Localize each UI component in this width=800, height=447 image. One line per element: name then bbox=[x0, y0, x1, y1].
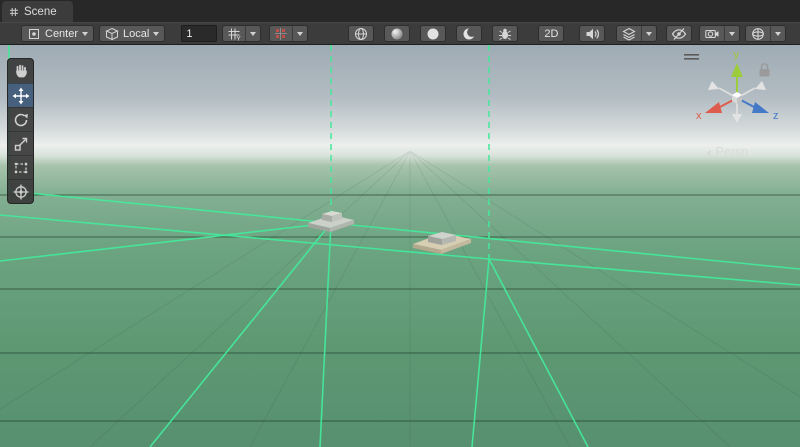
scene-object-platform-1[interactable] bbox=[308, 211, 356, 232]
visibility-eye-off-icon bbox=[671, 26, 687, 42]
audio-speaker-icon bbox=[584, 26, 600, 42]
move-icon bbox=[12, 87, 30, 105]
orientation-label: Local bbox=[123, 28, 149, 40]
snap-settings-button[interactable] bbox=[270, 26, 292, 41]
lighting-moon-button[interactable] bbox=[456, 25, 482, 42]
chevron-left-icon: ‹ bbox=[707, 145, 712, 159]
tool-handle-pivot-dropdown[interactable]: Center bbox=[21, 25, 94, 42]
view-hand-tool-button[interactable] bbox=[8, 59, 33, 83]
chevron-down-icon bbox=[250, 32, 256, 36]
scene-canvas[interactable]: y x z bbox=[0, 45, 800, 447]
hand-icon bbox=[12, 62, 30, 80]
snap-settings-arrow[interactable] bbox=[292, 26, 307, 41]
audio-toggle-button[interactable] bbox=[579, 25, 605, 42]
scale-tool-button[interactable] bbox=[8, 131, 33, 155]
rect-tool-button[interactable] bbox=[8, 155, 33, 179]
snap-grid-icon bbox=[274, 27, 288, 41]
gizmos-button[interactable] bbox=[746, 26, 770, 41]
scene-visibility-toggle[interactable] bbox=[666, 25, 692, 42]
grid-visibility-dropdown[interactable]: Y bbox=[222, 25, 261, 42]
moon-icon bbox=[461, 26, 477, 42]
light-toggle-button[interactable] bbox=[420, 25, 446, 42]
chevron-down-icon bbox=[153, 32, 159, 36]
transform-icon bbox=[12, 183, 30, 201]
projection-text: Persp bbox=[716, 145, 749, 159]
effects-button[interactable] bbox=[617, 26, 641, 41]
pivot-center-icon bbox=[27, 27, 41, 41]
tool-palette bbox=[7, 58, 34, 204]
scene-gizmo-icon bbox=[750, 26, 766, 42]
axis-z-cone[interactable] bbox=[752, 102, 769, 113]
projection-label[interactable]: ‹ Persp bbox=[707, 145, 748, 159]
effects-arrow[interactable] bbox=[641, 26, 656, 41]
move-tool-button[interactable] bbox=[8, 83, 33, 107]
rotate-tool-button[interactable] bbox=[8, 107, 33, 131]
rotate-icon bbox=[12, 111, 30, 129]
bug-icon bbox=[497, 26, 513, 42]
shaded-sphere-icon bbox=[389, 26, 405, 42]
camera-arrow[interactable] bbox=[724, 26, 739, 41]
axis-neg-cone[interactable] bbox=[708, 81, 719, 90]
shading-mode-button[interactable] bbox=[384, 25, 410, 42]
mode-2d-toggle[interactable]: 2D bbox=[538, 25, 564, 42]
axis-center-cube[interactable] bbox=[732, 92, 742, 104]
circle-icon bbox=[425, 26, 441, 42]
axis-x-cone[interactable] bbox=[705, 102, 722, 113]
transform-tool-button[interactable] bbox=[8, 179, 33, 203]
rect-icon bbox=[12, 159, 30, 177]
chevron-down-icon bbox=[82, 32, 88, 36]
debug-bug-button[interactable] bbox=[492, 25, 518, 42]
tab-scene[interactable]: Scene bbox=[2, 1, 73, 22]
scene-window: Scene Center Local bbox=[0, 0, 800, 446]
snap-settings-dropdown[interactable] bbox=[269, 25, 308, 42]
grid-visibility-arrow[interactable] bbox=[245, 26, 260, 41]
tab-label: Scene bbox=[24, 6, 57, 18]
chevron-down-icon bbox=[729, 32, 735, 36]
axis-y-label: y bbox=[734, 49, 740, 61]
camera-icon bbox=[704, 26, 720, 42]
axis-neg-cone[interactable] bbox=[755, 81, 766, 90]
selection-wireframe bbox=[0, 45, 800, 447]
scene-toolbar: Center Local Y bbox=[0, 22, 800, 45]
gizmos-arrow[interactable] bbox=[770, 26, 785, 41]
scale-icon bbox=[12, 135, 30, 153]
tool-handle-rotation-dropdown[interactable]: Local bbox=[99, 25, 165, 42]
tab-bar: Scene bbox=[0, 0, 800, 22]
overflow-handle-icon[interactable] bbox=[684, 54, 699, 60]
mode-2d-label: 2D bbox=[544, 28, 558, 40]
camera-button[interactable] bbox=[700, 26, 724, 41]
chevron-down-icon bbox=[297, 32, 303, 36]
grid-y-icon: Y bbox=[227, 27, 241, 41]
ground-grid bbox=[0, 151, 800, 447]
snap-increment-input[interactable] bbox=[181, 25, 217, 42]
globe-icon bbox=[353, 26, 369, 42]
pivot-label: Center bbox=[45, 28, 78, 40]
grid-icon bbox=[9, 7, 19, 17]
axis-z-label: z bbox=[773, 110, 779, 122]
axis-y-cone[interactable] bbox=[731, 63, 743, 77]
chevron-down-icon bbox=[646, 32, 652, 36]
axis-neg-y-cone[interactable] bbox=[732, 114, 742, 123]
scene-viewport[interactable]: y x z bbox=[0, 45, 800, 447]
lock-icon[interactable] bbox=[760, 64, 770, 77]
chevron-down-icon bbox=[775, 32, 781, 36]
local-cube-icon bbox=[105, 27, 119, 41]
effects-dropdown[interactable] bbox=[616, 25, 657, 42]
effects-layers-icon bbox=[621, 26, 637, 42]
globe-toggle-button[interactable] bbox=[348, 25, 374, 42]
axis-gizmo[interactable]: y x z bbox=[696, 49, 779, 123]
camera-settings-dropdown[interactable] bbox=[699, 25, 740, 42]
axis-x-label: x bbox=[696, 110, 702, 122]
svg-text:Y: Y bbox=[237, 35, 242, 41]
grid-visibility-button[interactable]: Y bbox=[223, 26, 245, 41]
gizmos-dropdown[interactable] bbox=[745, 25, 786, 42]
